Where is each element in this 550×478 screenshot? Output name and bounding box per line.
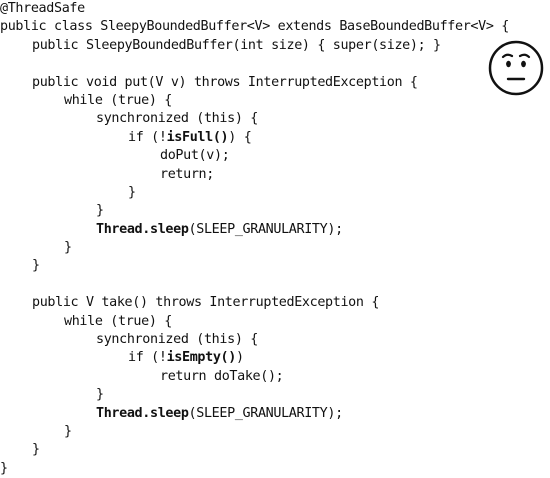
if-prefix: if (! bbox=[128, 350, 167, 366]
while-loop: while (true) { bbox=[64, 313, 172, 329]
closing-brace: } bbox=[32, 258, 40, 274]
closing-brace: } bbox=[96, 387, 104, 403]
sleep-argument: (SLEEP_GRANULARITY); bbox=[188, 221, 344, 237]
code-line-22: } bbox=[0, 386, 550, 404]
code-line-4-blank bbox=[0, 55, 550, 73]
class-declaration: public class SleepyBoundedBuffer<V> exte… bbox=[0, 19, 509, 35]
closing-brace: } bbox=[64, 240, 72, 256]
closing-brace: } bbox=[64, 423, 72, 439]
return-do-take: return doTake(); bbox=[160, 368, 284, 384]
code-line-14: } bbox=[0, 239, 550, 257]
is-full-call: isFull() bbox=[166, 129, 229, 145]
if-prefix: if (! bbox=[128, 129, 167, 145]
code-line-1: @ThreadSafe bbox=[0, 0, 550, 18]
code-line-2: public class SleepyBoundedBuffer<V> exte… bbox=[0, 18, 550, 36]
code-line-24: } bbox=[0, 423, 550, 441]
is-empty-call: isEmpty() bbox=[166, 350, 237, 366]
code-line-8: if (!isFull()) { bbox=[0, 129, 550, 147]
code-line-12: } bbox=[0, 202, 550, 220]
thread-sleep-call: Thread.sleep bbox=[96, 221, 189, 237]
synchronized-block: synchronized (this) { bbox=[96, 332, 258, 348]
code-line-11: } bbox=[0, 184, 550, 202]
thread-sleep-call: Thread.sleep bbox=[96, 405, 189, 421]
code-line-9: doPut(v); bbox=[0, 147, 550, 165]
annotation: @ThreadSafe bbox=[0, 1, 85, 16]
code-line-21: return doTake(); bbox=[0, 368, 550, 386]
code-line-19: synchronized (this) { bbox=[0, 331, 550, 349]
code-line-26: } bbox=[0, 460, 550, 478]
put-method-signature: public void put(V v) throws InterruptedE… bbox=[32, 74, 418, 90]
code-line-16-blank bbox=[0, 276, 550, 294]
take-method-signature: public V take() throws InterruptedExcept… bbox=[32, 295, 380, 311]
code-line-5: public void put(V v) throws InterruptedE… bbox=[0, 74, 550, 92]
closing-brace: } bbox=[0, 460, 8, 476]
code-listing: @ThreadSafe public class SleepyBoundedBu… bbox=[0, 0, 550, 478]
constructor: public SleepyBoundedBuffer(int size) { s… bbox=[32, 37, 441, 53]
if-suffix: ) bbox=[235, 350, 244, 366]
if-suffix: ) { bbox=[228, 129, 252, 145]
code-line-10: return; bbox=[0, 166, 550, 184]
code-line-7: synchronized (this) { bbox=[0, 110, 550, 128]
closing-brace: } bbox=[96, 203, 104, 219]
code-line-23: Thread.sleep(SLEEP_GRANULARITY); bbox=[0, 405, 550, 423]
closing-brace: } bbox=[32, 442, 40, 458]
code-line-25: } bbox=[0, 441, 550, 459]
code-line-18: while (true) { bbox=[0, 313, 550, 331]
return-statement: return; bbox=[160, 166, 214, 182]
code-line-13: Thread.sleep(SLEEP_GRANULARITY); bbox=[0, 221, 550, 239]
code-line-6: while (true) { bbox=[0, 92, 550, 110]
synchronized-block: synchronized (this) { bbox=[96, 111, 258, 127]
code-line-3: public SleepyBoundedBuffer(int size) { s… bbox=[0, 37, 550, 55]
code-line-17: public V take() throws InterruptedExcept… bbox=[0, 294, 550, 312]
closing-brace: } bbox=[128, 184, 136, 200]
code-line-20: if (!isEmpty()) bbox=[0, 349, 550, 367]
code-line-15: } bbox=[0, 257, 550, 275]
while-loop: while (true) { bbox=[64, 92, 172, 108]
skeptical-face-icon bbox=[484, 36, 548, 100]
do-put-call: doPut(v); bbox=[160, 148, 230, 164]
sleep-argument: (SLEEP_GRANULARITY); bbox=[188, 405, 344, 421]
